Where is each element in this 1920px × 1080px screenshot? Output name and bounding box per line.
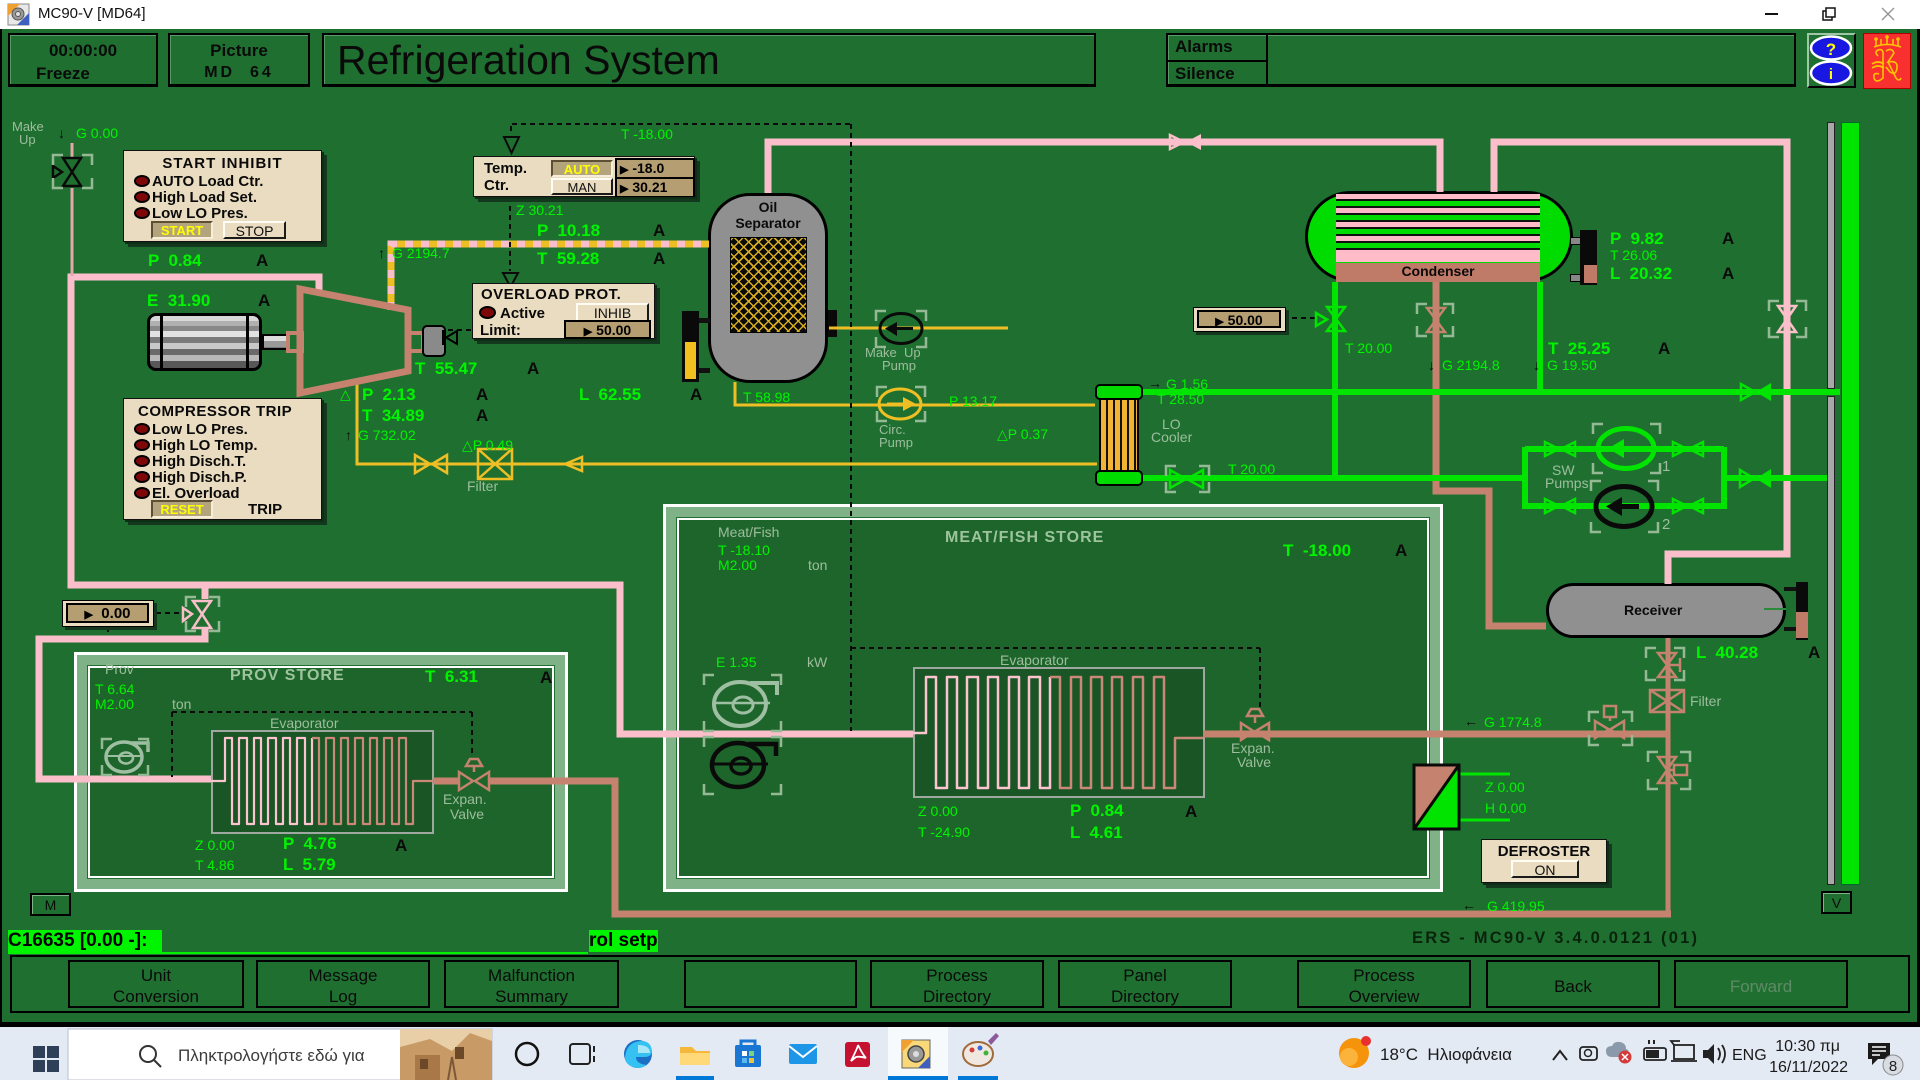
svg-text:Πληκτρολογήστε εδώ για: Πληκτρολογήστε εδώ για xyxy=(178,1046,365,1065)
svg-text:ENG: ENG xyxy=(1732,1047,1767,1064)
svg-text:18°C Ηλιοφάνεια: 18°C Ηλιοφάνεια xyxy=(1380,1045,1512,1064)
svg-text:8: 8 xyxy=(1889,1058,1897,1075)
svg-text:16/11/2022: 16/11/2022 xyxy=(1769,1059,1848,1076)
svg-text:10:30 πμ: 10:30 πμ xyxy=(1775,1038,1840,1055)
